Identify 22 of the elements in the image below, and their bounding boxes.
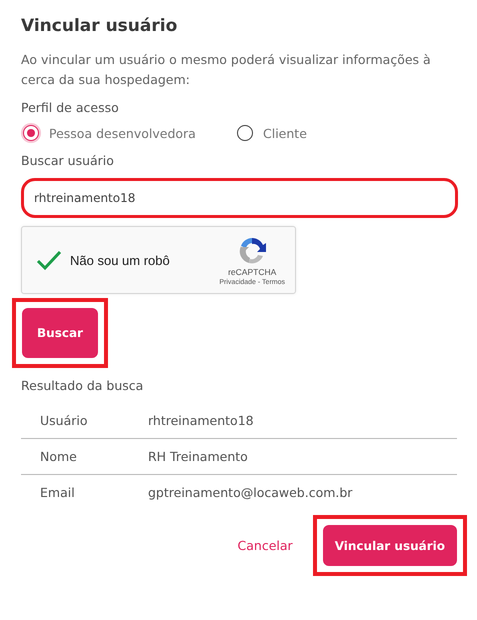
dialog-title: Vincular usuário [21, 16, 178, 36]
field-label: Nome [39, 449, 78, 464]
description-text: Ao vincular um usuário o mesmo poderá visualizar informações à cerca da sua hospedagem: [21, 51, 432, 89]
result-title: Resultado da busca [21, 378, 144, 393]
captcha-label: Não sou um robô [70, 252, 171, 268]
radio-option[interactable]: Pessoa desenvolvedora [23, 125, 213, 141]
field-label: Usuário [39, 413, 89, 428]
check-icon[interactable] [36, 249, 62, 271]
radio-label: Pessoa desenvolvedora [49, 126, 196, 140]
access-profile-label: Perfil de acesso [21, 100, 120, 115]
cancel-link[interactable]: Cancelar [238, 538, 293, 553]
captcha-brand: reCAPTCHA [228, 266, 276, 276]
search-button[interactable]: Buscar [22, 308, 98, 358]
field-label: Email [39, 485, 76, 500]
field-value: rhtreinamento18 [148, 413, 254, 428]
search-label: Buscar usuário [21, 153, 115, 168]
link-user-button[interactable]: Vincular usuário [322, 525, 457, 566]
search-field[interactable]: rhtreinamento18 [21, 178, 458, 218]
field-value: RH Treinamento [148, 449, 248, 464]
radio-option[interactable]: Cliente [237, 125, 357, 141]
radio-label: Cliente [263, 126, 307, 140]
field-value: gptreinamento@locaweb.com.br [148, 485, 352, 500]
